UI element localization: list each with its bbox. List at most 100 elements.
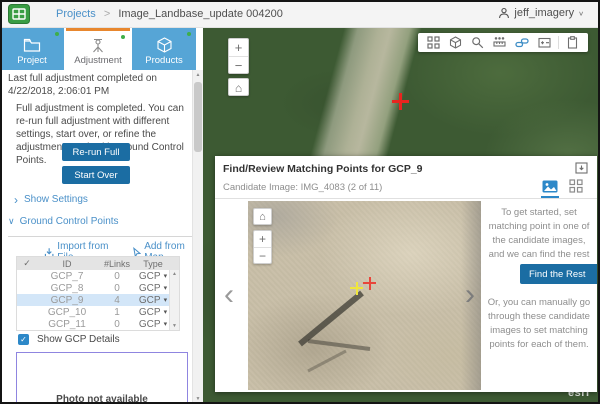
- gcp-section-header[interactable]: ∨ Ground Control Points: [8, 216, 119, 227]
- gcp-section-label: Ground Control Points: [20, 216, 119, 227]
- scrollbar-thumb[interactable]: [194, 82, 202, 152]
- breadcrumb: Projects > Image_Landbase_update 004200: [56, 8, 283, 20]
- chevron-down-icon: ∨: [8, 216, 15, 227]
- map-zoom-control: + −: [228, 38, 249, 74]
- map-zoom-in-button[interactable]: +: [229, 39, 248, 56]
- status-dot-icon: [187, 32, 191, 36]
- tab-adjustment-label: Adjustment: [74, 55, 122, 66]
- person-icon: [498, 7, 510, 19]
- cell-type: GCP▾: [137, 295, 169, 306]
- rerun-full-button[interactable]: Re-run Full: [62, 143, 130, 161]
- table-row[interactable]: GCP_7 0 GCP▾: [17, 270, 179, 282]
- status-dot-icon: [55, 32, 59, 36]
- map-home-button[interactable]: ⌂: [228, 78, 249, 96]
- image-icon: [542, 180, 558, 193]
- chevron-right-icon: ›: [14, 195, 18, 205]
- header-id: ID: [37, 259, 97, 269]
- single-image-view-toggle[interactable]: [541, 176, 559, 196]
- cell-type: GCP▾: [137, 319, 169, 330]
- cell-links: 4: [97, 295, 137, 306]
- username: jeff_imagery: [514, 7, 574, 19]
- scroll-up-icon[interactable]: ▲: [193, 72, 203, 78]
- cell-type: GCP▾: [137, 307, 169, 318]
- type-dropdown-icon[interactable]: ▾: [164, 320, 168, 328]
- table-scrollbar[interactable]: ▲ ▼: [169, 270, 179, 330]
- scroll-down-icon[interactable]: ▼: [172, 322, 177, 330]
- matching-point-marker-yellow: [350, 282, 363, 295]
- type-dropdown-icon[interactable]: ▾: [164, 296, 168, 304]
- cell-id: GCP_8: [37, 283, 97, 294]
- grid-view-toggle[interactable]: [567, 176, 585, 196]
- adjustment-panel: Last full adjustment completed on 4/22/2…: [0, 28, 203, 404]
- basemap-icon[interactable]: [447, 34, 464, 51]
- panel-title: Find/Review Matching Points for GCP_9: [223, 163, 423, 175]
- start-over-button[interactable]: Start Over: [62, 166, 130, 184]
- folder-icon: [23, 38, 41, 53]
- cell-id: GCP_11: [37, 319, 97, 330]
- cell-type: GCP▾: [137, 283, 169, 294]
- image-enhancement-icon[interactable]: [536, 34, 553, 51]
- show-settings-label: Show Settings: [24, 194, 88, 205]
- cell-id: GCP_10: [37, 307, 97, 318]
- panel-scrollbar[interactable]: ▲ ▼: [192, 70, 203, 404]
- measure-icon[interactable]: [491, 34, 508, 51]
- clipboard-icon[interactable]: [564, 34, 581, 51]
- cell-links: 0: [97, 319, 137, 330]
- cube-icon: [156, 37, 173, 53]
- viewer-zoom-control: + −: [253, 230, 272, 264]
- tab-products[interactable]: Products: [132, 28, 196, 70]
- grid-icon: [569, 179, 583, 193]
- cell-links: 0: [97, 271, 137, 282]
- viewer-zoom-out-button[interactable]: −: [254, 247, 271, 263]
- breadcrumb-projects-link[interactable]: Projects: [56, 8, 96, 20]
- type-dropdown-icon[interactable]: ▾: [164, 272, 168, 280]
- cell-links: 0: [97, 283, 137, 294]
- tab-bar: Project Adjustment Products: [0, 28, 203, 70]
- show-settings-link[interactable]: › Show Settings: [14, 194, 88, 205]
- pole-shadow: [248, 201, 481, 390]
- viewer-home-button[interactable]: ⌂: [253, 208, 272, 225]
- breadcrumb-separator: >: [104, 8, 110, 20]
- scroll-down-icon[interactable]: ▼: [193, 396, 203, 402]
- find-the-rest-button[interactable]: Find the Rest: [520, 264, 597, 284]
- cell-links: 1: [97, 307, 137, 318]
- next-image-button[interactable]: ›: [465, 280, 475, 310]
- viewer-zoom-in-button[interactable]: +: [254, 231, 271, 247]
- tab-project[interactable]: Project: [0, 28, 64, 70]
- gcp-links-icon[interactable]: [514, 34, 531, 51]
- top-bar: Projects > Image_Landbase_update 004200 …: [0, 0, 600, 28]
- gcp-table-header: ✓ ID #Links Type: [17, 257, 179, 270]
- gcp-marker-red-cross: [392, 93, 409, 110]
- search-icon[interactable]: [469, 34, 486, 51]
- type-dropdown-icon[interactable]: ▾: [164, 284, 168, 292]
- table-row[interactable]: GCP_10 1 GCP▾: [17, 306, 179, 318]
- divider: [8, 236, 194, 237]
- breadcrumb-current-project: Image_Landbase_update 004200: [118, 8, 283, 20]
- tab-products-label: Products: [145, 55, 183, 66]
- table-row[interactable]: GCP_8 0 GCP▾: [17, 282, 179, 294]
- scroll-up-icon[interactable]: ▲: [172, 270, 177, 278]
- map-zoom-out-button[interactable]: −: [229, 56, 248, 73]
- table-row-selected[interactable]: GCP_9 4 GCP▾: [17, 294, 179, 306]
- app-window: + − ⌂: [0, 0, 600, 404]
- table-row[interactable]: GCP_11 0 GCP▾: [17, 318, 179, 330]
- tab-adjustment[interactable]: Adjustment: [66, 28, 130, 70]
- show-gcp-details-checkbox[interactable]: ✓: [18, 334, 29, 345]
- view-toggle-group: [541, 176, 585, 196]
- app-logo-icon[interactable]: [8, 4, 30, 27]
- collapse-window-icon[interactable]: [575, 162, 588, 177]
- previous-image-button[interactable]: ‹: [224, 280, 234, 310]
- type-dropdown-icon[interactable]: ▾: [164, 308, 168, 316]
- thumbnail-grid-icon[interactable]: [425, 34, 442, 51]
- find-review-panel: Find/Review Matching Points for GCP_9 Ca…: [215, 156, 597, 392]
- matching-point-marker-red: [363, 277, 376, 290]
- map-toolbar: [418, 33, 588, 52]
- show-gcp-details-label: Show GCP Details: [37, 334, 120, 345]
- status-dot-icon: [121, 35, 125, 39]
- photo-not-available-text: Photo not available: [17, 394, 187, 404]
- user-menu[interactable]: jeff_imagery ∨: [498, 7, 584, 19]
- candidate-image-viewer[interactable]: ⌂ + −: [248, 201, 481, 390]
- chevron-down-icon: ∨: [578, 9, 584, 16]
- cell-id: GCP_9: [37, 295, 97, 306]
- header-links: #Links: [97, 259, 137, 269]
